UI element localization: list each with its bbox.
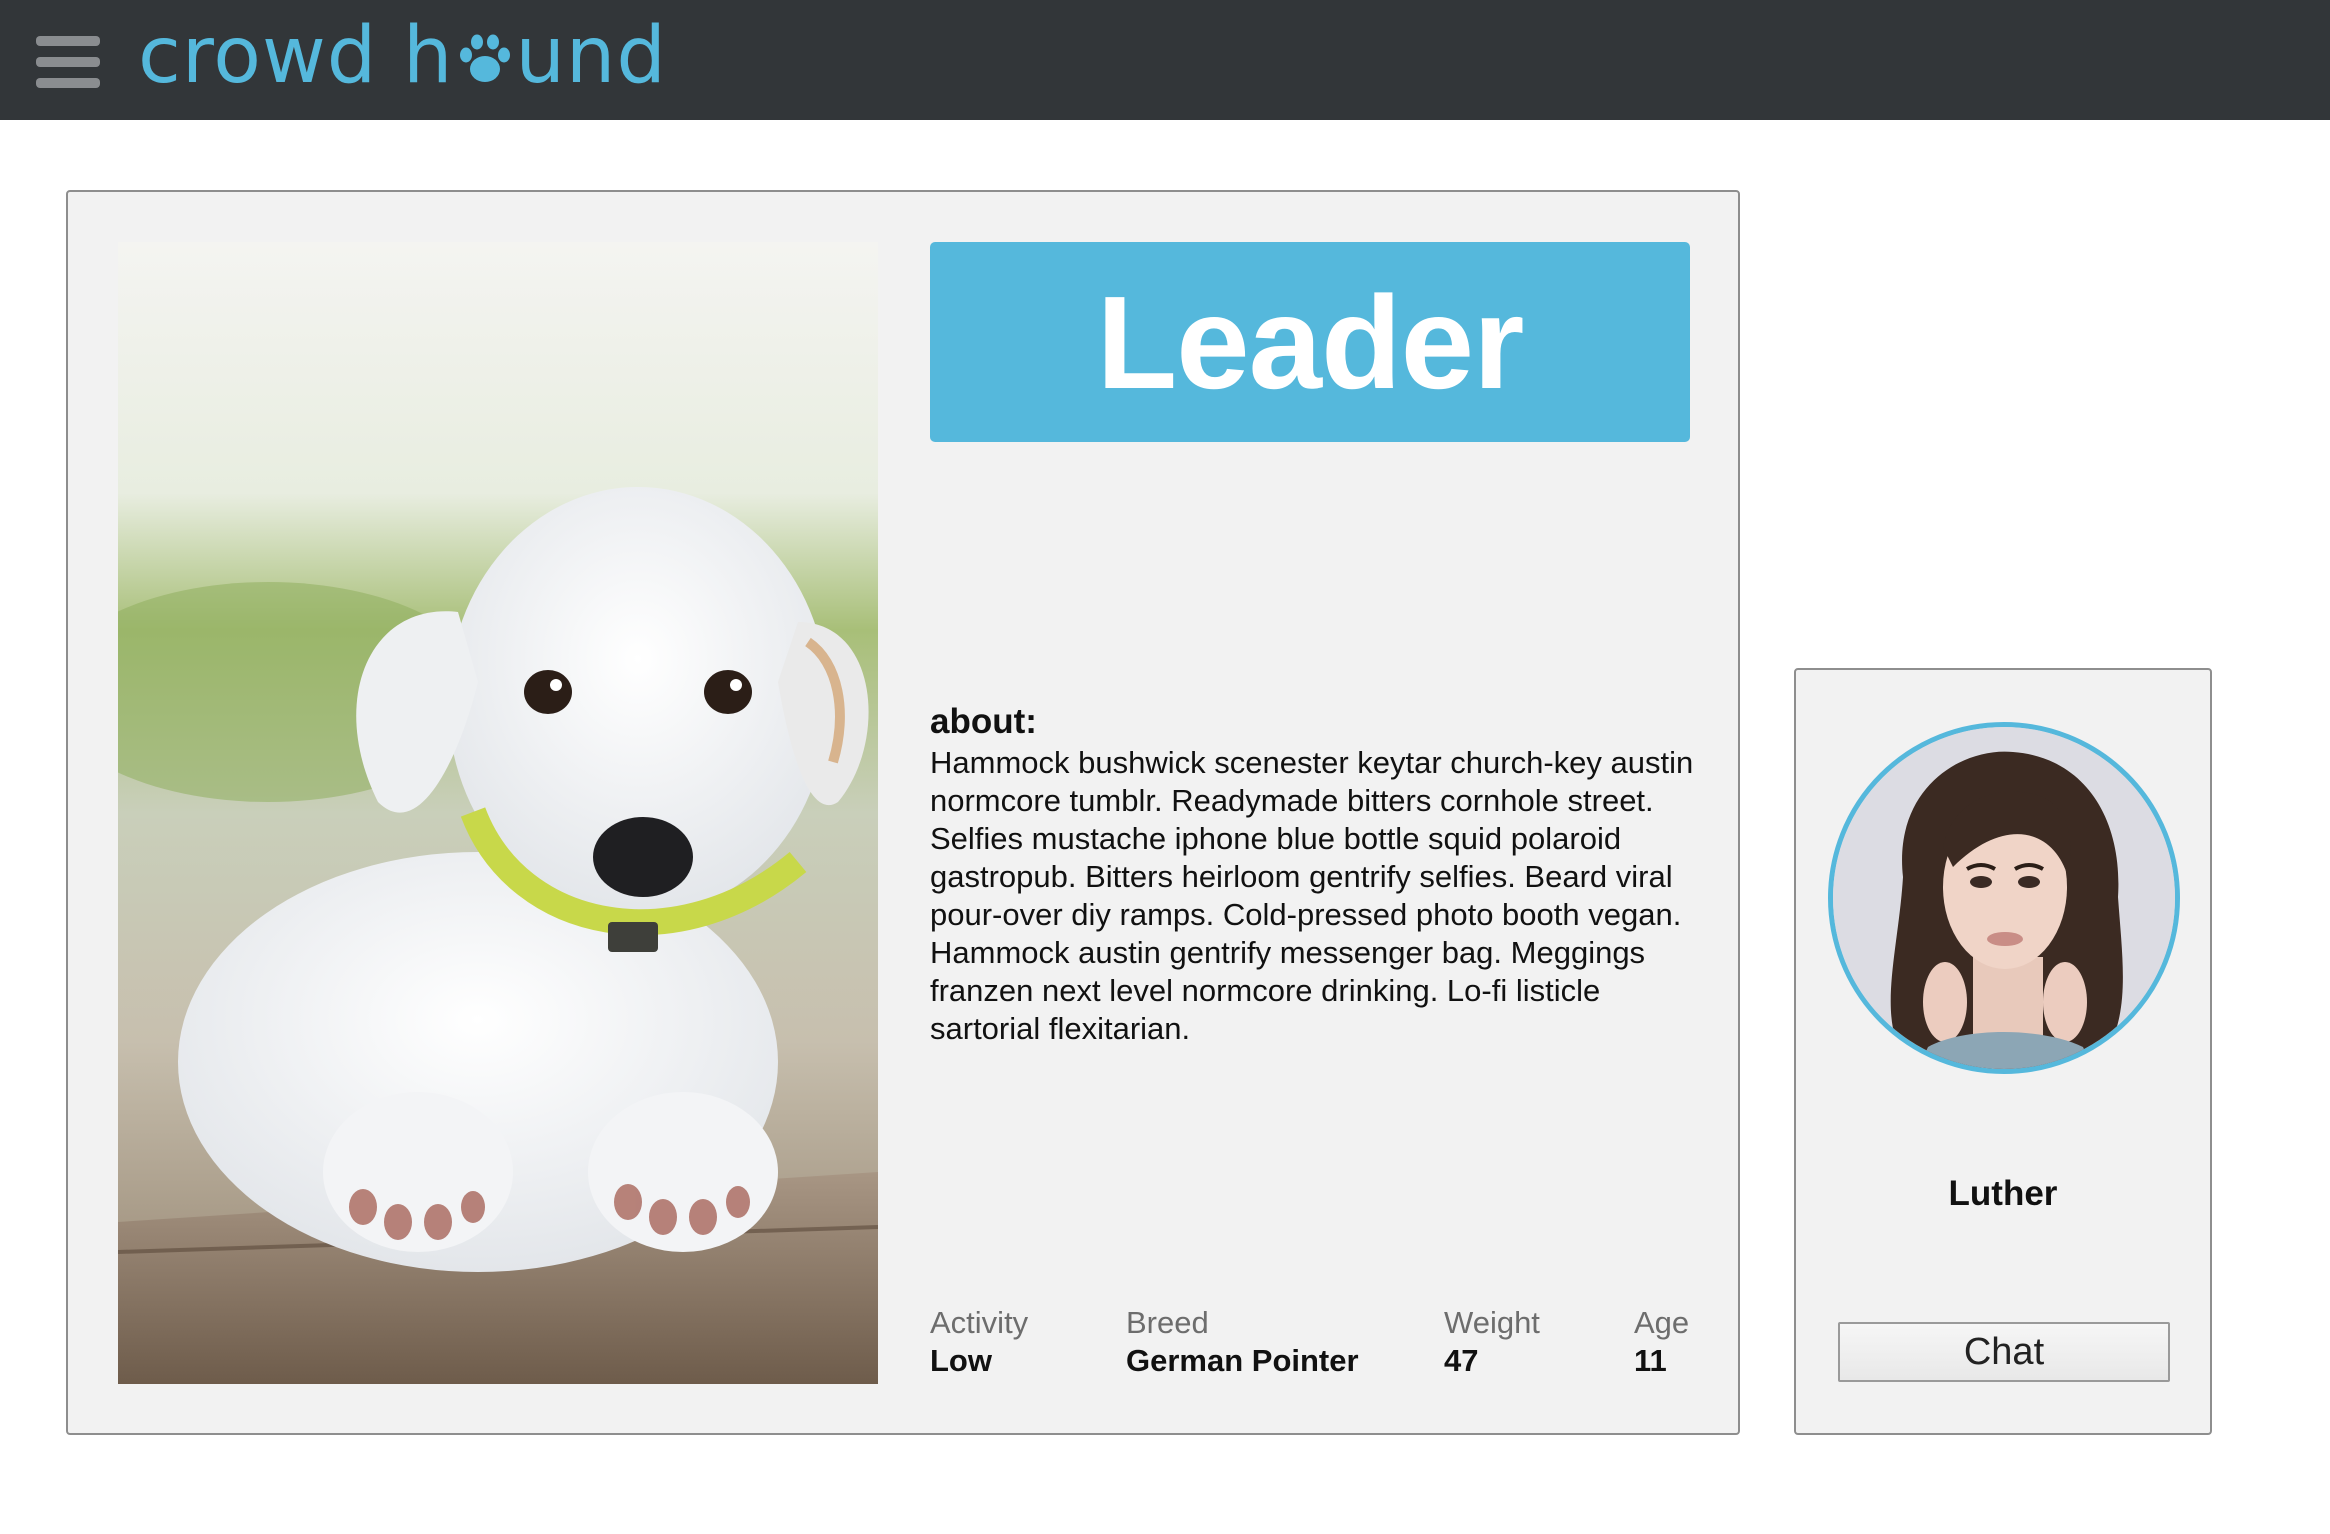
dog-photo	[118, 242, 878, 1384]
stat-value: German Pointer	[1126, 1343, 1359, 1378]
logo-text-part2: und	[515, 11, 667, 101]
stat-breed: Breed German Pointer	[1126, 1304, 1359, 1380]
stat-weight: Weight 47	[1444, 1304, 1540, 1380]
about-section: about: Hammock bushwick scenester keytar…	[930, 700, 1710, 1048]
owner-avatar[interactable]	[1828, 722, 2180, 1074]
hamburger-menu-icon[interactable]	[36, 36, 100, 88]
logo-text-part1: crowd h	[138, 11, 454, 101]
owner-name: Luther	[1948, 1174, 2058, 1213]
owner-card: Luther Chat	[1794, 668, 2212, 1435]
stat-label: Age	[1634, 1305, 1690, 1340]
role-badge: Leader	[930, 242, 1690, 442]
stat-value: 47	[1444, 1343, 1479, 1378]
chat-button[interactable]: Chat	[1838, 1322, 2170, 1382]
stat-value: Low	[930, 1343, 992, 1378]
about-text: Hammock bushwick scenester keytar church…	[930, 745, 1694, 1046]
stat-label: Breed	[1126, 1305, 1209, 1340]
stat-label: Weight	[1444, 1305, 1540, 1340]
stat-label: Activity	[930, 1305, 1029, 1340]
dog-profile-card: Leader about: Hammock bushwick scenester…	[66, 190, 1740, 1435]
stat-activity: Activity Low	[930, 1304, 1028, 1380]
stat-age: Age 11	[1634, 1304, 1689, 1380]
paw-icon	[456, 17, 514, 95]
stat-value: 11	[1634, 1343, 1667, 1378]
about-label: about:	[930, 702, 1037, 741]
top-bar: crowd h und	[0, 0, 2330, 120]
app-logo[interactable]: crowd h und	[138, 6, 667, 106]
